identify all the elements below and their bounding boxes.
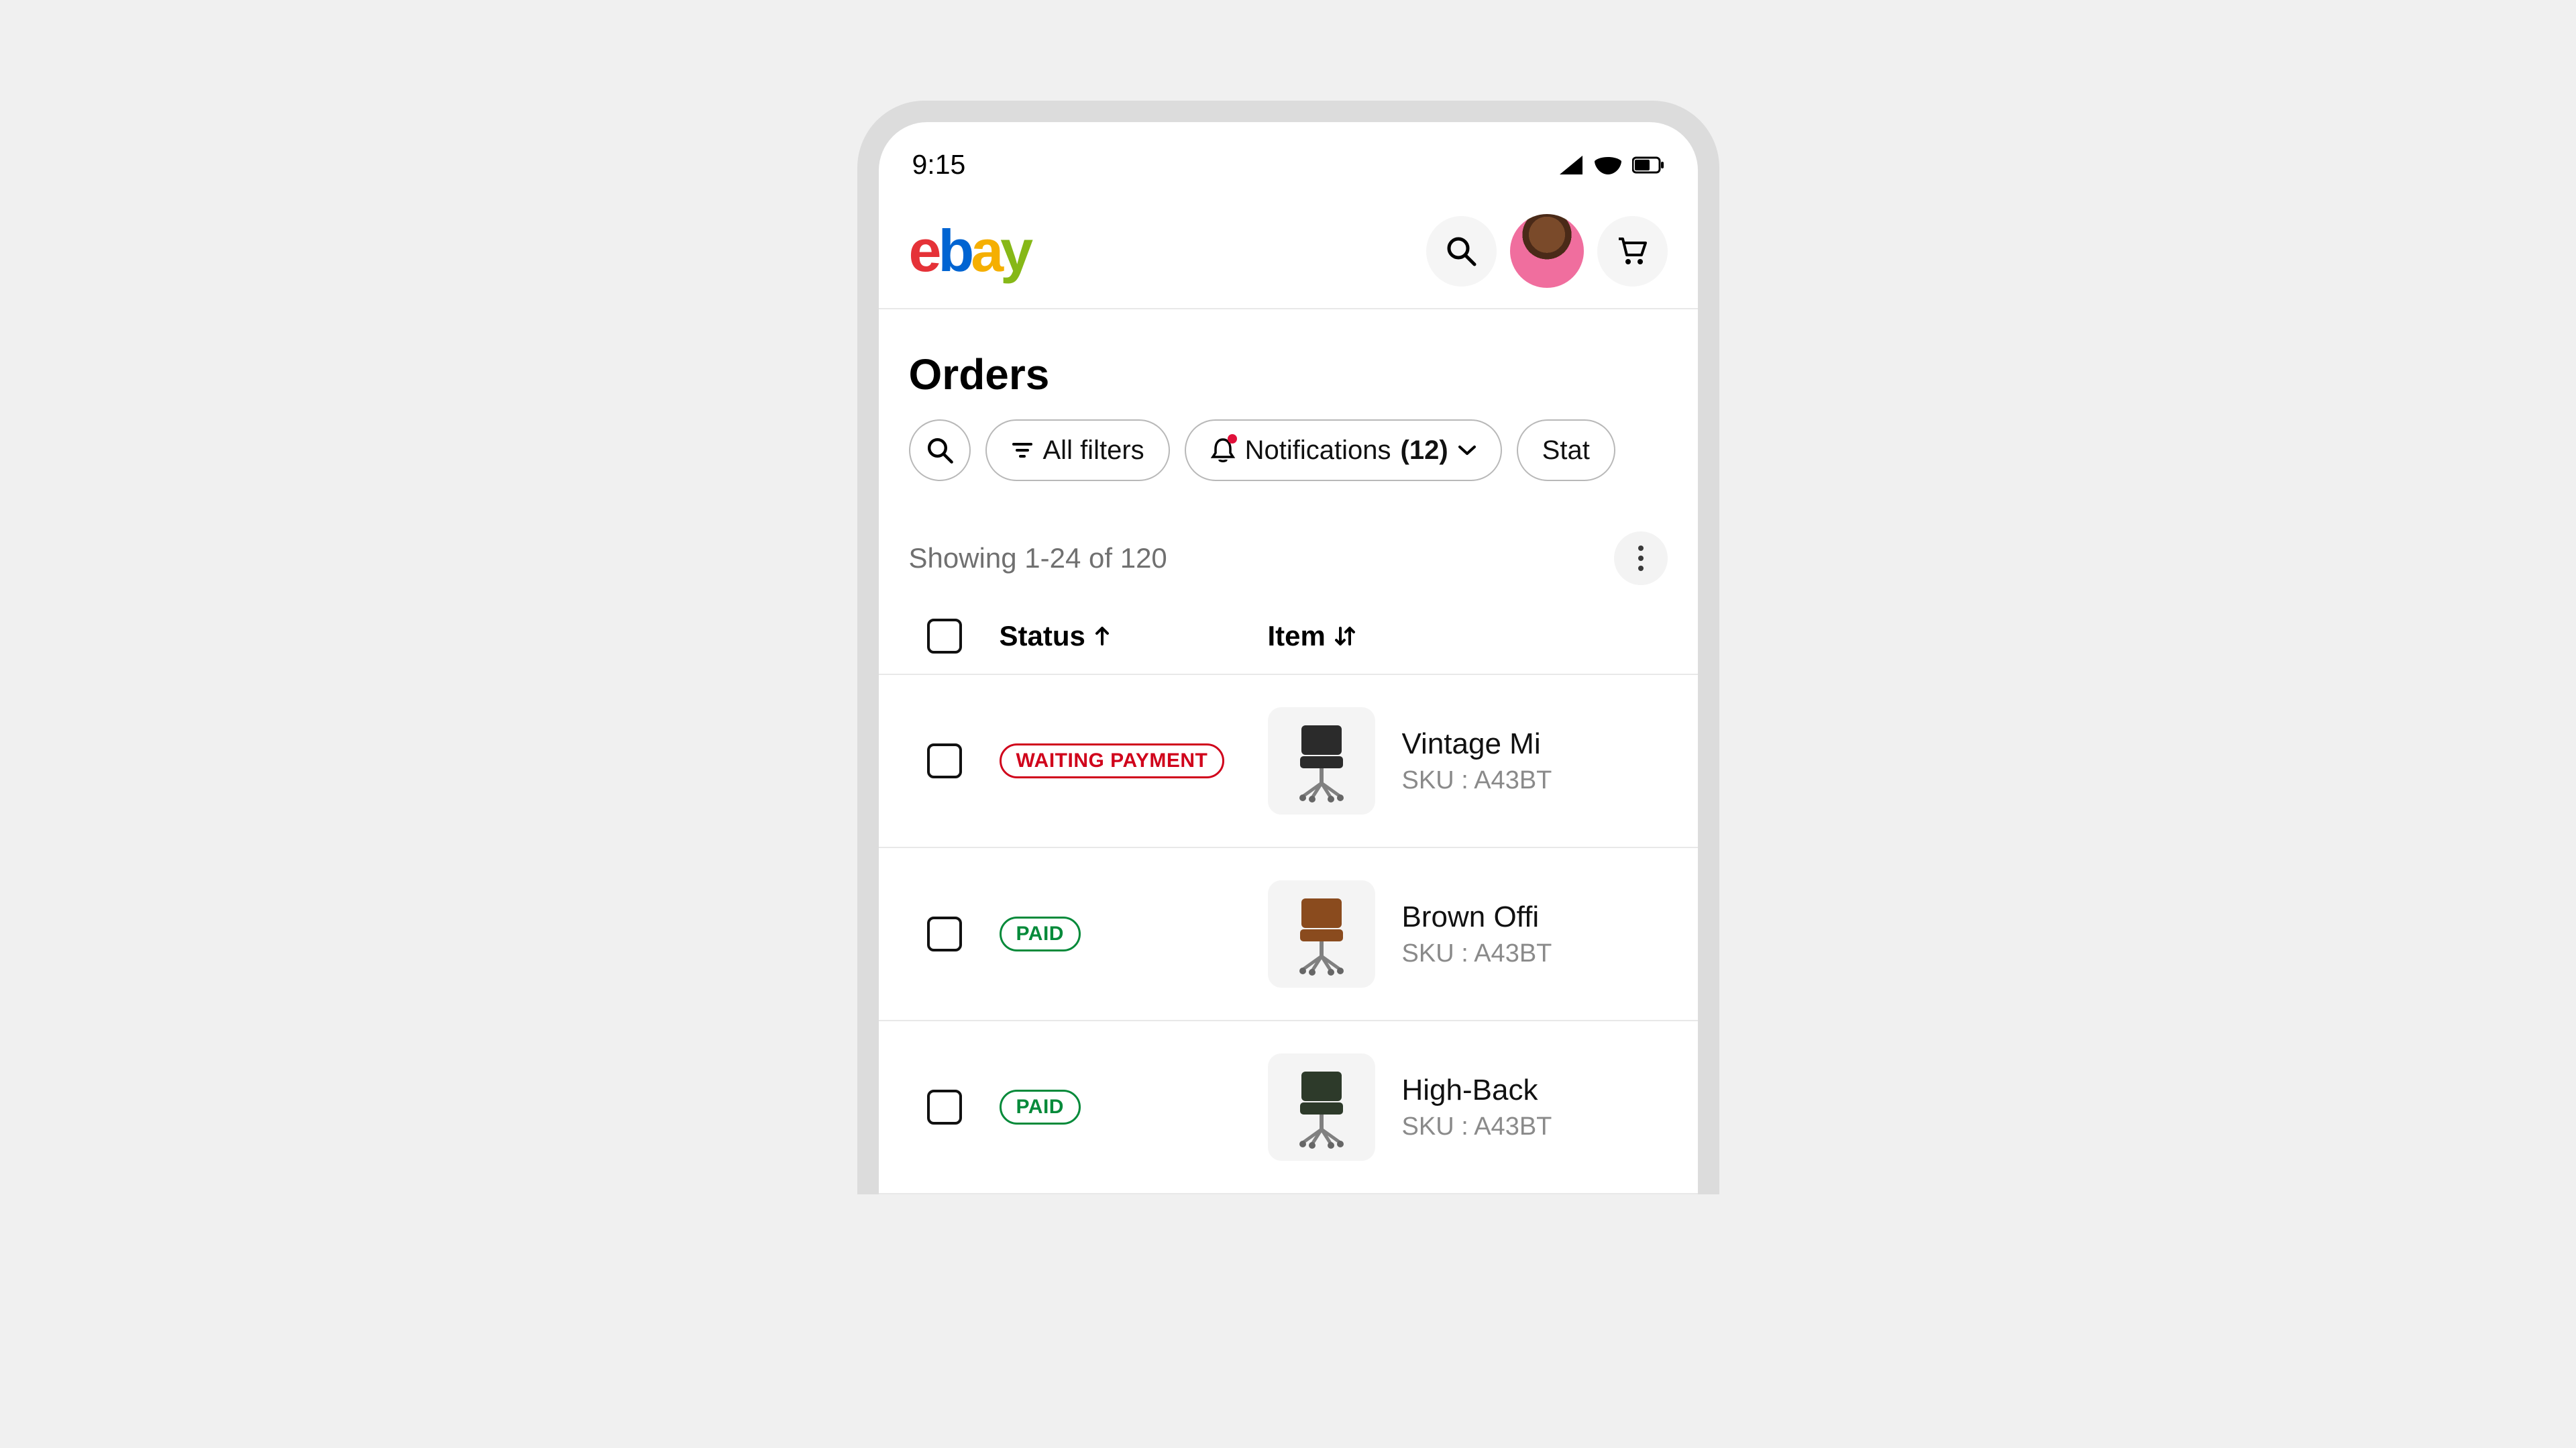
- arrow-up-icon: [1093, 625, 1111, 647]
- search-icon: [1444, 234, 1478, 268]
- cart-button[interactable]: [1597, 216, 1668, 287]
- search-icon: [925, 435, 955, 465]
- app-header: ebay: [879, 201, 1698, 309]
- item-sku: SKU : A43BT: [1402, 1113, 1552, 1141]
- table-row[interactable]: PAID Brown Offi SKU : A43BT: [879, 848, 1698, 1021]
- all-filters-chip[interactable]: All filters: [985, 419, 1170, 481]
- sort-icon: [1334, 625, 1356, 647]
- ebay-logo[interactable]: ebay: [909, 217, 1030, 285]
- column-status-label: Status: [1000, 620, 1085, 652]
- orders-search-button[interactable]: [909, 419, 971, 481]
- chevron-down-icon: [1458, 444, 1477, 456]
- select-all-checkbox[interactable]: [927, 619, 962, 654]
- more-options-button[interactable]: [1614, 531, 1668, 585]
- results-row: Showing 1-24 of 120: [879, 501, 1698, 599]
- item-sku: SKU : A43BT: [1402, 766, 1552, 795]
- wifi-icon: [1593, 154, 1623, 176]
- item-name: Brown Offi: [1402, 900, 1552, 934]
- more-vertical-icon: [1638, 545, 1644, 572]
- item-name: Vintage Mi: [1402, 727, 1552, 761]
- status-bar-icons: [1558, 154, 1664, 176]
- phone-frame: 9:15 ebay Orders: [857, 101, 1719, 1194]
- status-badge: PAID: [1000, 1090, 1081, 1125]
- column-status-header[interactable]: Status: [1000, 620, 1268, 652]
- row-checkbox[interactable]: [927, 1090, 962, 1125]
- item-sku: SKU : A43BT: [1402, 939, 1552, 968]
- item-thumbnail: [1268, 707, 1375, 815]
- results-count: Showing 1-24 of 120: [909, 542, 1167, 574]
- item-thumbnail: [1268, 1053, 1375, 1161]
- item-name: High-Back: [1402, 1074, 1552, 1107]
- row-checkbox[interactable]: [927, 743, 962, 778]
- row-checkbox[interactable]: [927, 917, 962, 951]
- header-actions: [1426, 214, 1668, 288]
- cart-icon: [1615, 234, 1650, 268]
- search-button[interactable]: [1426, 216, 1497, 287]
- column-item-label: Item: [1268, 620, 1326, 652]
- all-filters-label: All filters: [1043, 435, 1144, 466]
- phone-screen: 9:15 ebay Orders: [879, 122, 1698, 1194]
- page-title: Orders: [879, 309, 1698, 419]
- filter-row: All filters Notifications (12) Stat: [879, 419, 1698, 501]
- status-bar-time: 9:15: [912, 149, 966, 180]
- status-chip-label: Stat: [1542, 435, 1590, 466]
- item-thumbnail: [1268, 880, 1375, 988]
- notifications-chip[interactable]: Notifications (12): [1185, 419, 1502, 481]
- column-item-header[interactable]: Item: [1268, 620, 1356, 652]
- table-header: Status Item: [879, 599, 1698, 675]
- battery-icon: [1632, 156, 1664, 174]
- notifications-label: Notifications: [1245, 435, 1391, 466]
- cellular-icon: [1558, 154, 1584, 176]
- status-badge: PAID: [1000, 917, 1081, 951]
- status-bar: 9:15: [879, 122, 1698, 201]
- notifications-count: (12): [1401, 435, 1448, 466]
- table-row[interactable]: PAID High-Back SKU : A43BT: [879, 1021, 1698, 1194]
- user-avatar[interactable]: [1510, 214, 1584, 288]
- table-row[interactable]: WAITING PAYMENT Vintage Mi SKU : A43BT: [879, 675, 1698, 848]
- filter-icon: [1011, 439, 1034, 462]
- notification-dot-icon: [1228, 434, 1237, 444]
- status-chip-partial[interactable]: Stat: [1517, 419, 1615, 481]
- status-badge: WAITING PAYMENT: [1000, 743, 1225, 778]
